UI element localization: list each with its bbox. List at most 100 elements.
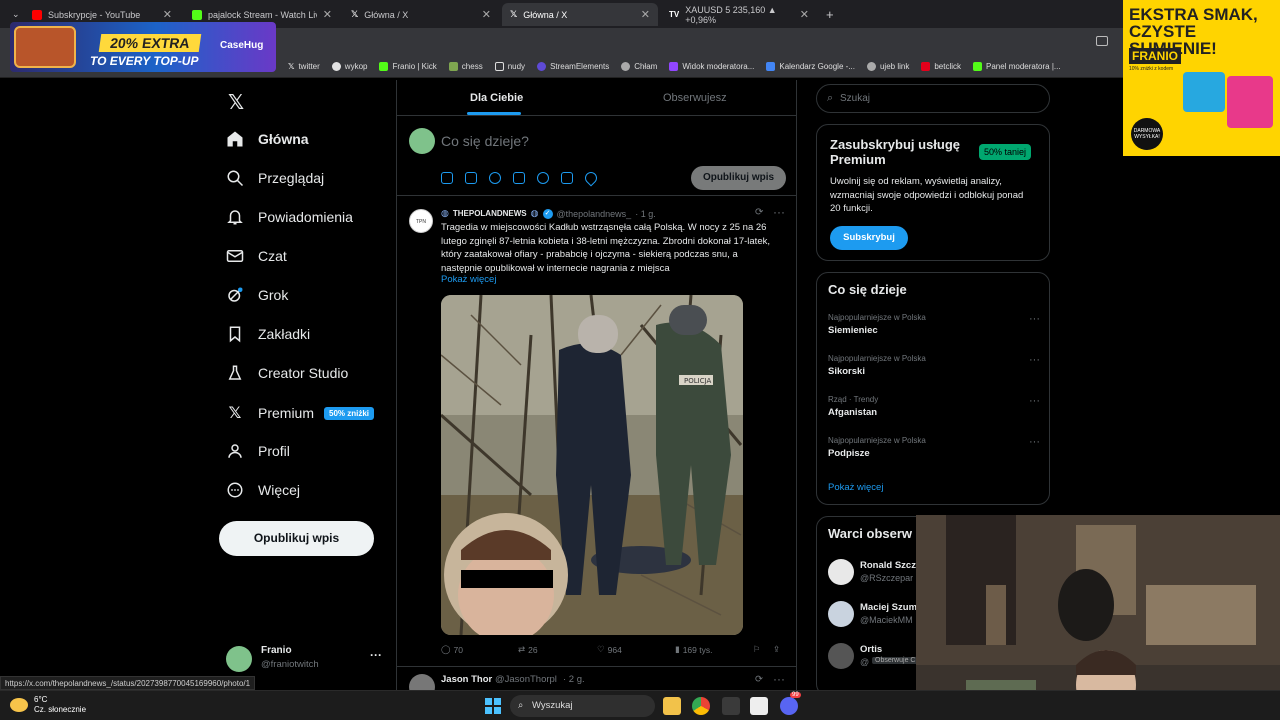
app-icon[interactable] <box>750 697 768 715</box>
more-icon[interactable]: ··· <box>773 205 785 219</box>
nav-premium[interactable]: 𝕏 Premium 50% zniżki <box>226 403 375 423</box>
new-tab-button[interactable]: + <box>818 3 840 26</box>
feed-tabs: Dla Ciebie Obserwujesz <box>397 80 797 116</box>
grok-icon[interactable]: ⟳ <box>755 674 763 685</box>
globe-icon <box>621 62 631 71</box>
tweet[interactable]: TPN ◍ THEPOLANDNEWS ◍ ✓ @thepolandnews_ … <box>397 197 797 667</box>
bookmark-kick[interactable]: Franio | Kick <box>373 62 442 71</box>
discord-icon[interactable]: 99 <box>780 692 801 715</box>
post-button[interactable]: Opublikuj wpis <box>219 521 374 556</box>
bookmark-nudy[interactable]: nudy <box>489 62 531 71</box>
nav-chat[interactable]: Czat <box>226 247 287 265</box>
nav-home[interactable]: Główna <box>226 130 309 148</box>
tweet-timestamp[interactable]: · 1 g. <box>635 209 656 219</box>
avatar <box>226 646 252 672</box>
nav-grok[interactable]: Grok <box>226 286 288 304</box>
more-icon[interactable]: ··· <box>370 648 382 662</box>
tweet[interactable]: Jason Thor @JasonThorpl · 2 g. ⟳ ··· <box>397 670 797 700</box>
gif-icon[interactable] <box>465 172 477 184</box>
bookmark-calendar[interactable]: Kalendarz Google -... <box>760 62 861 71</box>
casehug-ad-banner[interactable]: 20% EXTRA TO EVERY TOP-UP CaseHug <box>10 22 276 72</box>
bookmark-chlam[interactable]: Chłam <box>615 62 663 71</box>
tweet-author-handle[interactable]: @JasonThorpl <box>495 674 557 685</box>
bookmark-kick-panel[interactable]: Panel moderatora |... <box>967 62 1067 71</box>
more-icon[interactable]: ··· <box>1029 313 1040 325</box>
reply-button[interactable]: ◯ 70 <box>441 644 463 655</box>
nav-explore[interactable]: Przeglądaj <box>226 169 324 187</box>
bookmark-ujeb[interactable]: ujeb link <box>861 62 915 71</box>
bookmark-wykop[interactable]: wykop <box>326 62 374 71</box>
repost-button[interactable]: ⇄ 26 <box>518 644 538 655</box>
subscribe-button[interactable]: Subskrybuj <box>830 226 908 250</box>
compose-post-button[interactable]: Opublikuj wpis <box>691 166 786 190</box>
nav-creator-studio[interactable]: Creator Studio <box>226 364 348 382</box>
tab-x-2[interactable]: 𝕏 Główna / X ✕ <box>502 3 658 26</box>
tab-for-you[interactable]: Dla Ciebie <box>470 92 523 104</box>
close-icon[interactable]: ✕ <box>641 8 650 21</box>
trend-item[interactable]: Najpopularniejsze w Polska Siemieniec ··… <box>828 313 1040 336</box>
x-icon: 𝕏 <box>288 62 295 71</box>
more-icon[interactable]: ··· <box>773 672 785 686</box>
bookmark-streamelements[interactable]: StreamElements <box>531 62 615 71</box>
tweet-author-name[interactable]: THEPOLANDNEWS <box>453 209 527 218</box>
ad-brand: FRANIO <box>1129 48 1181 64</box>
account-switcher[interactable]: Franio @franiotwitch ··· <box>226 644 386 674</box>
bookmark-twitch-mod[interactable]: Widok moderatora... <box>663 62 760 71</box>
weather-widget[interactable]: 6°C Cz. słonecznie <box>10 695 86 715</box>
avatar[interactable]: TPN <box>409 209 433 233</box>
grok-icon[interactable] <box>489 172 501 184</box>
tab-tradingview[interactable]: TV XAUUSD 5 235,160 ▲ +0,96% ✕ <box>661 3 817 26</box>
install-app-icon[interactable] <box>1096 36 1108 46</box>
image-icon[interactable] <box>441 172 453 184</box>
bookmark-chess[interactable]: chess <box>443 62 489 71</box>
tab-following[interactable]: Obserwujesz <box>663 92 727 104</box>
composer: Co się dzieje? Opublikuj wpis <box>397 116 797 196</box>
windows-start-icon[interactable] <box>484 697 502 715</box>
search-label: Wyszukaj <box>532 700 573 711</box>
x-logo-icon[interactable]: 𝕏 <box>228 90 244 115</box>
trend-item[interactable]: Najpopularniejsze w Polska Sikorski ··· <box>828 354 1040 377</box>
nav-profile[interactable]: Profil <box>226 442 290 460</box>
tab-x-1[interactable]: 𝕏 Główna / X ✕ <box>343 3 499 26</box>
like-button[interactable]: ♡ 964 <box>597 644 622 655</box>
location-icon[interactable] <box>582 169 600 187</box>
file-explorer-icon[interactable] <box>663 697 681 715</box>
search-input[interactable]: ⌕ Szukaj <box>816 84 1050 113</box>
tweet-timestamp[interactable]: · 2 g. <box>563 674 585 685</box>
repost-icon: ⇄ <box>518 644 526 654</box>
tweet-author-handle[interactable]: @thepolandnews_ <box>557 209 632 219</box>
close-icon[interactable]: ✕ <box>482 8 491 21</box>
share-button[interactable]: ⇪ <box>773 644 780 655</box>
close-icon[interactable]: ✕ <box>323 8 332 21</box>
nav-more[interactable]: Więcej <box>226 481 300 499</box>
more-icon[interactable]: ··· <box>1029 395 1040 407</box>
emoji-icon[interactable] <box>537 172 549 184</box>
bookmark-betclick[interactable]: betclick <box>915 62 967 71</box>
franio-ad-banner[interactable]: EKSTRA SMAK, CZYSTE SUMIENIE! FRANIO 10%… <box>1123 0 1280 156</box>
trend-item[interactable]: Rząd · Trendy Afganistan ··· <box>828 395 1040 418</box>
more-icon[interactable]: ··· <box>1029 436 1040 448</box>
kick-icon <box>973 62 983 71</box>
more-icon[interactable]: ··· <box>1029 354 1040 366</box>
trend-item[interactable]: Najpopularniejsze w Polska Podpisze ··· <box>828 436 1040 459</box>
close-icon[interactable]: ✕ <box>163 8 172 21</box>
close-icon[interactable]: ✕ <box>800 8 809 21</box>
tradingview-icon: TV <box>669 10 680 19</box>
chrome-icon[interactable] <box>692 697 710 715</box>
taskbar-search[interactable]: ⌕ Wyszukaj <box>510 695 655 717</box>
nav-notifications[interactable]: Powiadomienia <box>226 208 353 226</box>
grok-icon[interactable]: ⟳ <box>755 207 763 218</box>
compose-input[interactable]: Co się dzieje? <box>441 133 529 149</box>
poll-icon[interactable] <box>513 172 525 184</box>
tweet-image[interactable]: POLICJA <box>441 295 743 635</box>
tweet-actions: ◯ 70 ⇄ 26 ♡ 964 ▮ 169 tys. ⚐ ⇪ <box>441 644 787 658</box>
views-button[interactable]: ▮ 169 tys. <box>675 644 712 655</box>
app-icon[interactable] <box>722 697 740 715</box>
bookmark-button[interactable]: ⚐ <box>753 644 761 655</box>
show-more-link[interactable]: Pokaż więcej <box>828 482 883 493</box>
tweet-author-name[interactable]: Jason Thor <box>441 674 492 685</box>
nav-bookmarks[interactable]: Zakładki <box>226 325 310 343</box>
bookmark-twitter[interactable]: 𝕏twitter <box>282 62 326 71</box>
show-more-link[interactable]: Pokaż więcej <box>441 274 496 285</box>
schedule-icon[interactable] <box>561 172 573 184</box>
